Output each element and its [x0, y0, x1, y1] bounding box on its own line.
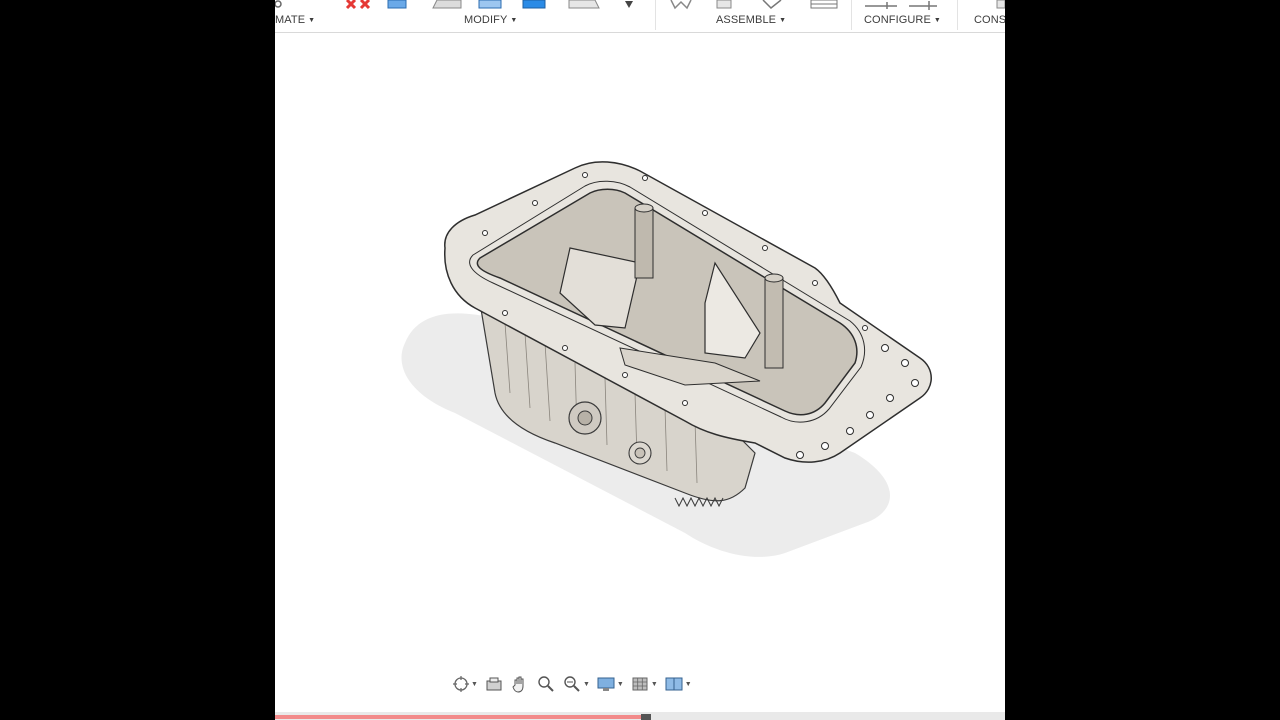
chevron-down-icon[interactable]: ▼ — [685, 681, 692, 688]
joint-icon[interactable] — [667, 0, 697, 10]
assemble-menu[interactable]: ASSEMBLE ▼ — [716, 14, 786, 26]
pickup-tube-left — [634, 207, 654, 279]
construct-menu-label: CONS — [974, 14, 1005, 26]
toolbar-divider — [957, 0, 958, 30]
combine-icon[interactable] — [521, 0, 551, 10]
configure-menu-label: CONFIGURE — [864, 14, 931, 26]
chevron-down-icon[interactable]: ▼ — [583, 681, 590, 688]
orbit-icon — [453, 676, 469, 692]
parameter-table-icon[interactable] — [863, 0, 899, 10]
pan-hand-icon — [512, 676, 524, 693]
configure-table-icon[interactable] — [907, 0, 943, 10]
orbit-button[interactable]: ▼ — [450, 673, 480, 695]
display-settings-button[interactable]: ▼ — [594, 673, 626, 695]
look-at-button[interactable] — [482, 673, 506, 695]
mate-icon[interactable] — [275, 0, 285, 12]
toolbar: MATE ▼ MODIFY ▼ ASSEMBLE ▼ CONFIGURE ▼ CONS — [275, 0, 1005, 33]
oil-pan-model[interactable] — [385, 153, 945, 573]
chevron-down-icon: ▼ — [933, 17, 941, 24]
display-settings-icon — [597, 677, 615, 691]
viewports-button[interactable]: ▼ — [662, 673, 694, 695]
chevron-down-icon: ▼ — [779, 17, 787, 24]
construct-icon[interactable] — [993, 0, 1005, 10]
shell-icon[interactable] — [477, 0, 507, 10]
chevron-down-icon[interactable]: ▼ — [617, 681, 624, 688]
scale-icon[interactable] — [567, 0, 601, 10]
look-at-icon — [486, 677, 502, 691]
grid-icon — [632, 677, 648, 691]
pan-button[interactable] — [508, 673, 532, 695]
pickup-tube-right-top — [764, 273, 784, 283]
zoom-button[interactable] — [534, 673, 558, 695]
app-frame: MATE ▼ MODIFY ▼ ASSEMBLE ▼ CONFIGURE ▼ CONS — [275, 0, 1005, 720]
chevron-down-icon[interactable]: ▼ — [651, 681, 658, 688]
assemble-menu-label: ASSEMBLE — [716, 14, 777, 26]
pickup-tube-left-top — [634, 203, 654, 213]
zoom-window-icon — [564, 676, 580, 692]
toolbar-divider — [655, 0, 656, 30]
rigid-group-icon[interactable] — [807, 0, 841, 10]
press-pull-icon[interactable] — [387, 0, 413, 10]
toolbar-divider — [851, 0, 852, 30]
pickup-tube-right — [764, 277, 784, 369]
video-progress-handle[interactable] — [641, 714, 651, 720]
modify-menu-label: MODIFY — [464, 14, 508, 26]
joint-origin-icon[interactable] — [761, 0, 785, 10]
mate-menu[interactable]: MATE ▼ — [275, 14, 315, 26]
navigation-bar: ▼ ▼ ▼ ▼ ▼ — [450, 673, 694, 695]
design-canvas[interactable] — [275, 33, 1005, 705]
fillet-icon[interactable] — [431, 0, 465, 10]
configure-menu[interactable]: CONFIGURE ▼ — [864, 14, 941, 26]
delete-icon[interactable] — [345, 0, 375, 10]
viewports-icon — [665, 677, 683, 691]
drain-plug-small-inner — [634, 447, 646, 459]
zoom-window-button[interactable]: ▼ — [560, 673, 592, 695]
grid-settings-button[interactable]: ▼ — [628, 673, 660, 695]
chevron-down-icon: ▼ — [308, 17, 316, 24]
video-progress-fill — [275, 715, 646, 719]
more-modify-icon[interactable] — [623, 0, 635, 10]
drain-plug-large-inner — [577, 410, 593, 426]
zoom-icon — [538, 676, 554, 692]
chevron-down-icon: ▼ — [510, 17, 518, 24]
construct-menu[interactable]: CONS — [974, 14, 1005, 26]
video-progress-bar[interactable] — [275, 712, 1005, 720]
mate-menu-label: MATE — [275, 14, 306, 26]
modify-menu[interactable]: MODIFY ▼ — [464, 14, 517, 26]
as-built-joint-icon[interactable] — [715, 0, 735, 10]
chevron-down-icon[interactable]: ▼ — [471, 681, 478, 688]
